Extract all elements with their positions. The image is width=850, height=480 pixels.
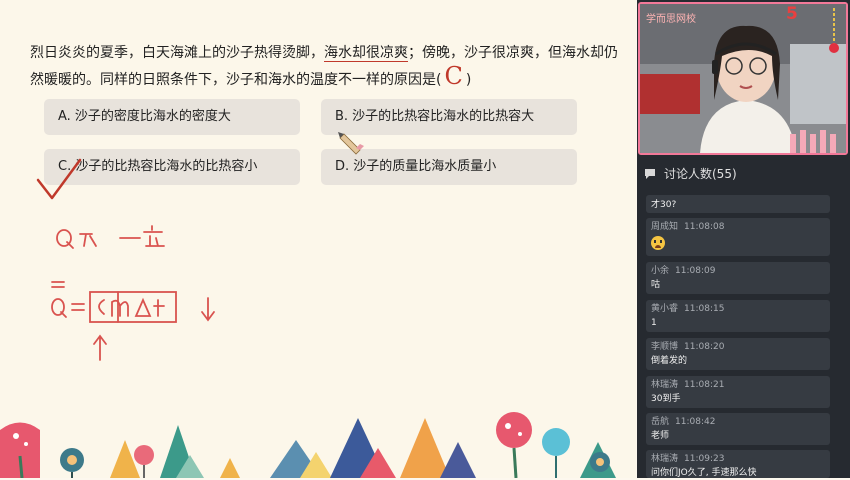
chat-message: 周成知 11:08:08 bbox=[646, 218, 830, 256]
check-mark bbox=[36, 158, 82, 200]
chat-time: 11:08:15 bbox=[684, 304, 725, 314]
handwritten-formula bbox=[51, 281, 215, 361]
chat-time: 11:08:21 bbox=[684, 380, 725, 390]
chat-message: 黄小睿 11:08:15 1 bbox=[646, 300, 830, 332]
chat-message: 林瑞涛 11:09:23 问你们JO久了, 手速那么快 bbox=[646, 450, 830, 478]
chat-user: 李顺博 bbox=[651, 342, 679, 352]
chat-message-text: 倒着发的 bbox=[651, 356, 688, 366]
chat-bubble-icon bbox=[644, 160, 656, 198]
chat-user: 林瑞涛 bbox=[651, 454, 679, 464]
chat-message: 李顺博 11:08:20 倒着发的 bbox=[646, 338, 830, 370]
chat-user: 小余 bbox=[651, 266, 670, 276]
decorative-scenery bbox=[0, 412, 616, 478]
teacher-video: 学而思网校 5 bbox=[638, 2, 848, 155]
chat-message-text: 老师 bbox=[651, 431, 670, 441]
chat-time: 11:08:20 bbox=[684, 342, 725, 352]
chat-time: 11:09:23 bbox=[684, 454, 725, 464]
chat-title: 讨论人数(55) bbox=[664, 167, 737, 181]
chat-message: 岳航 11:08:42 老师 bbox=[646, 413, 830, 445]
chat-message: 才30? bbox=[646, 195, 830, 213]
chat-message-text: 1 bbox=[651, 318, 657, 328]
chat-header: 讨论人数(55) bbox=[638, 160, 850, 188]
handwriting-q-constant bbox=[56, 225, 165, 249]
video-number: 5 bbox=[786, 4, 798, 24]
annotation-layer bbox=[0, 132, 616, 478]
chat-time: 11:08:42 bbox=[675, 417, 716, 427]
chat-message: 小余 11:08:09 咕 bbox=[646, 262, 830, 294]
chat-user: 林瑞涛 bbox=[651, 380, 679, 390]
lesson-board: 烈日炎炎的夏季，白天海滩上的沙子热得烫脚，海水却很凉爽；傍晚，沙子很凉爽，但海水… bbox=[0, 0, 636, 478]
brand-logo: 学而思网校 bbox=[646, 14, 696, 25]
chat-message-text: 咕 bbox=[651, 280, 661, 290]
chat-time: 11:08:08 bbox=[684, 222, 725, 232]
chat-user: 周成知 bbox=[651, 222, 679, 232]
chat-message-text: 30到手 bbox=[651, 394, 681, 404]
chat-user: 岳航 bbox=[651, 417, 670, 427]
crying-face-icon bbox=[651, 236, 665, 250]
chat-message: 林瑞涛 11:08:21 30到手 bbox=[646, 376, 830, 408]
chat-message-text: 才30? bbox=[651, 200, 677, 210]
teacher-video-frame bbox=[640, 4, 846, 153]
pencil-cursor-icon bbox=[338, 132, 364, 155]
chat-time: 11:08:09 bbox=[675, 266, 716, 276]
chat-user: 黄小睿 bbox=[651, 304, 679, 314]
